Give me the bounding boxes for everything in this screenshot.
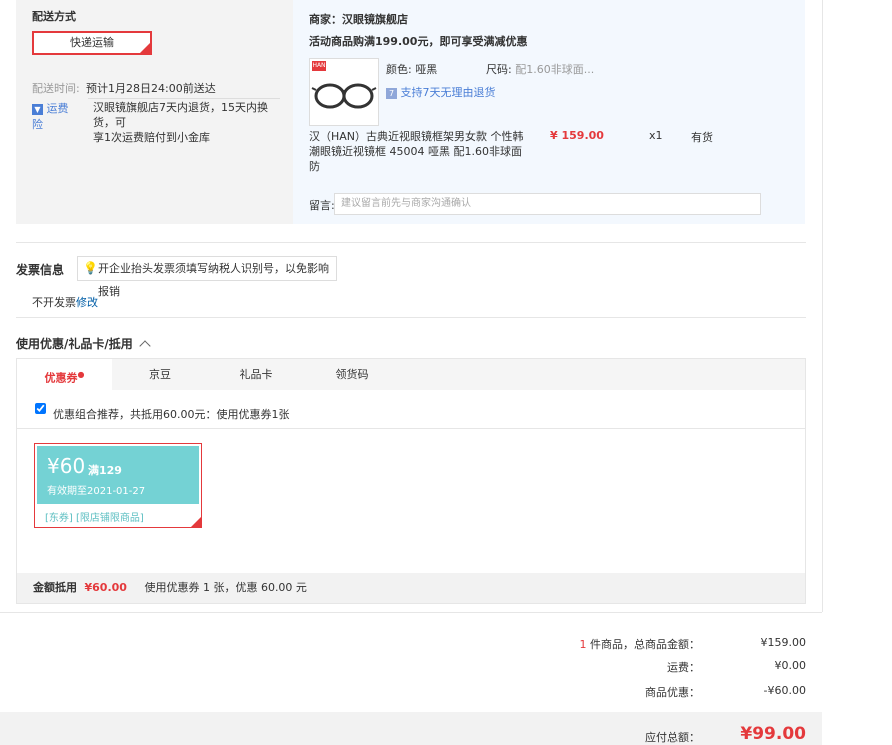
- summary-label: 金额抵用: [33, 581, 77, 594]
- goods-count: 1: [579, 638, 587, 651]
- combo-text: 优惠组合推荐，共抵用60.00元：使用优惠券1张: [53, 408, 290, 421]
- dot-icon: ●: [77, 370, 85, 379]
- invoice-status: 不开发票: [32, 296, 76, 309]
- size-attr: 尺码: 配1.60非球面...: [486, 61, 594, 77]
- invoice-tip-text: 开企业抬头发票须填写纳税人识别号，以免影响报销: [98, 262, 329, 298]
- goods-total-value: ¥159.00: [760, 636, 807, 649]
- divider: [0, 612, 822, 613]
- return-icon: 7: [386, 88, 397, 99]
- coupon-card-header: ¥60 满129 有效期至2021-01-27: [37, 446, 199, 504]
- coupon-amount: ¥60: [47, 454, 86, 478]
- size-value: 配1.60非球面...: [515, 63, 595, 76]
- tab-coupon-label: 优惠券: [44, 371, 78, 385]
- chevron-up-icon: [139, 340, 151, 352]
- freight-insurance-badge[interactable]: ▼ 运费险: [32, 100, 77, 131]
- insurance-text-line1: 汉眼镜旗舰店7天内退货，15天内换货，可: [93, 101, 268, 129]
- divider: [17, 428, 805, 429]
- promo-text: 活动商品购满199.00元，即可享受满减优惠: [309, 35, 528, 48]
- product-name-line2: 潮眼镜近视镜框 45004 哑黑 配1.60非球面防: [309, 145, 522, 173]
- tab-coupon[interactable]: 优惠券●: [17, 359, 112, 390]
- message-label: 留言:: [309, 199, 335, 212]
- combo-checkbox[interactable]: [35, 403, 46, 414]
- return-policy-label: 支持7天无理由退货: [400, 86, 496, 99]
- right-border: [822, 0, 823, 612]
- coupon-tabs: 优惠券● 京豆 礼品卡 领货码: [17, 359, 805, 390]
- freight-label: 运费：: [667, 661, 700, 674]
- product-qty: x1: [649, 129, 663, 142]
- size-label: 尺码:: [486, 63, 512, 76]
- coupon-condition: 满129: [88, 464, 122, 477]
- product-price: ¥ 159.00: [550, 129, 604, 142]
- delivery-time-value: 预计1月28日24:00前送达: [86, 82, 216, 95]
- insurance-text-line2: 享1次运费赔付到小金库: [93, 131, 210, 144]
- coupons-title[interactable]: 使用优惠/礼品卡/抵用: [16, 335, 151, 352]
- return-policy-badge: 7 支持7天无理由退货: [386, 84, 496, 100]
- discount-label: 商品优惠：: [645, 686, 700, 699]
- discount-value: -¥60.00: [763, 684, 806, 697]
- insurance-description: 汉眼镜旗舰店7天内退货，15天内换货，可 享1次运费赔付到小金库: [93, 100, 283, 145]
- payable-value: ¥99.00: [740, 724, 806, 744]
- delivery-time-label: 配送时间:: [32, 82, 80, 95]
- coupon-summary: 金额抵用 ¥60.00 使用优惠券 1 张，优惠 60.00 元: [17, 573, 805, 603]
- express-shipping-label: 快递运输: [70, 36, 114, 49]
- section-divider-2: [16, 317, 806, 318]
- message-input[interactable]: 建议留言前先与商家沟通确认: [334, 193, 761, 215]
- coupons-title-text: 使用优惠/礼品卡/抵用: [16, 337, 133, 351]
- tab-pickup-code[interactable]: 领货码: [304, 359, 400, 390]
- store-name: 商家：汉眼镜旗舰店: [309, 13, 408, 26]
- coupon-tags: [东券] [限店铺限商品]: [45, 513, 144, 524]
- freight-value: ¥0.00: [774, 659, 807, 672]
- invoice-tip: 💡 开企业抬头发票须填写纳税人识别号，以免影响报销: [77, 256, 337, 298]
- coupon-card[interactable]: ¥60 满129 有效期至2021-01-27 [东券] [限店铺限商品]: [34, 443, 202, 528]
- divider: [88, 98, 280, 99]
- product-image[interactable]: HAN: [309, 58, 379, 126]
- shipping-title: 配送方式: [32, 10, 76, 23]
- section-divider: [16, 242, 806, 243]
- insurance-icon: ▼: [32, 103, 43, 115]
- color-attr: 颜色: 哑黑: [386, 61, 437, 77]
- goods-total-text: 件商品，总商品金额：: [590, 638, 700, 651]
- product-name[interactable]: 汉（HAN）古典近视眼镜框架男女款 个性韩 潮眼镜近视镜框 45004 哑黑 配…: [309, 129, 529, 174]
- product-name-line1: 汉（HAN）古典近视眼镜框架男女款 个性韩: [309, 130, 524, 143]
- color-value: 哑黑: [415, 63, 438, 76]
- tab-jingdou[interactable]: 京豆: [112, 359, 208, 390]
- stock-status: 有货: [691, 131, 713, 144]
- brand-tag: HAN: [312, 61, 326, 71]
- invoice-edit-link[interactable]: 修改: [76, 294, 98, 310]
- payable-label: 应付总额：: [645, 731, 700, 744]
- lightbulb-icon: 💡: [83, 261, 98, 275]
- selected-corner-icon: [191, 517, 201, 527]
- coupon-expiry: 有效期至2021-01-27: [47, 486, 146, 497]
- color-label: 颜色:: [386, 63, 412, 76]
- summary-amount: ¥60.00: [84, 581, 127, 594]
- invoice-title: 发票信息: [16, 263, 65, 277]
- express-shipping-button[interactable]: 快递运输: [32, 31, 152, 55]
- summary-text: 使用优惠券 1 张，优惠 60.00 元: [144, 581, 307, 594]
- goods-total-label: 1 件商品，总商品金额：: [580, 636, 701, 652]
- tab-gift-card[interactable]: 礼品卡: [208, 359, 304, 390]
- selected-corner-icon: [140, 43, 150, 53]
